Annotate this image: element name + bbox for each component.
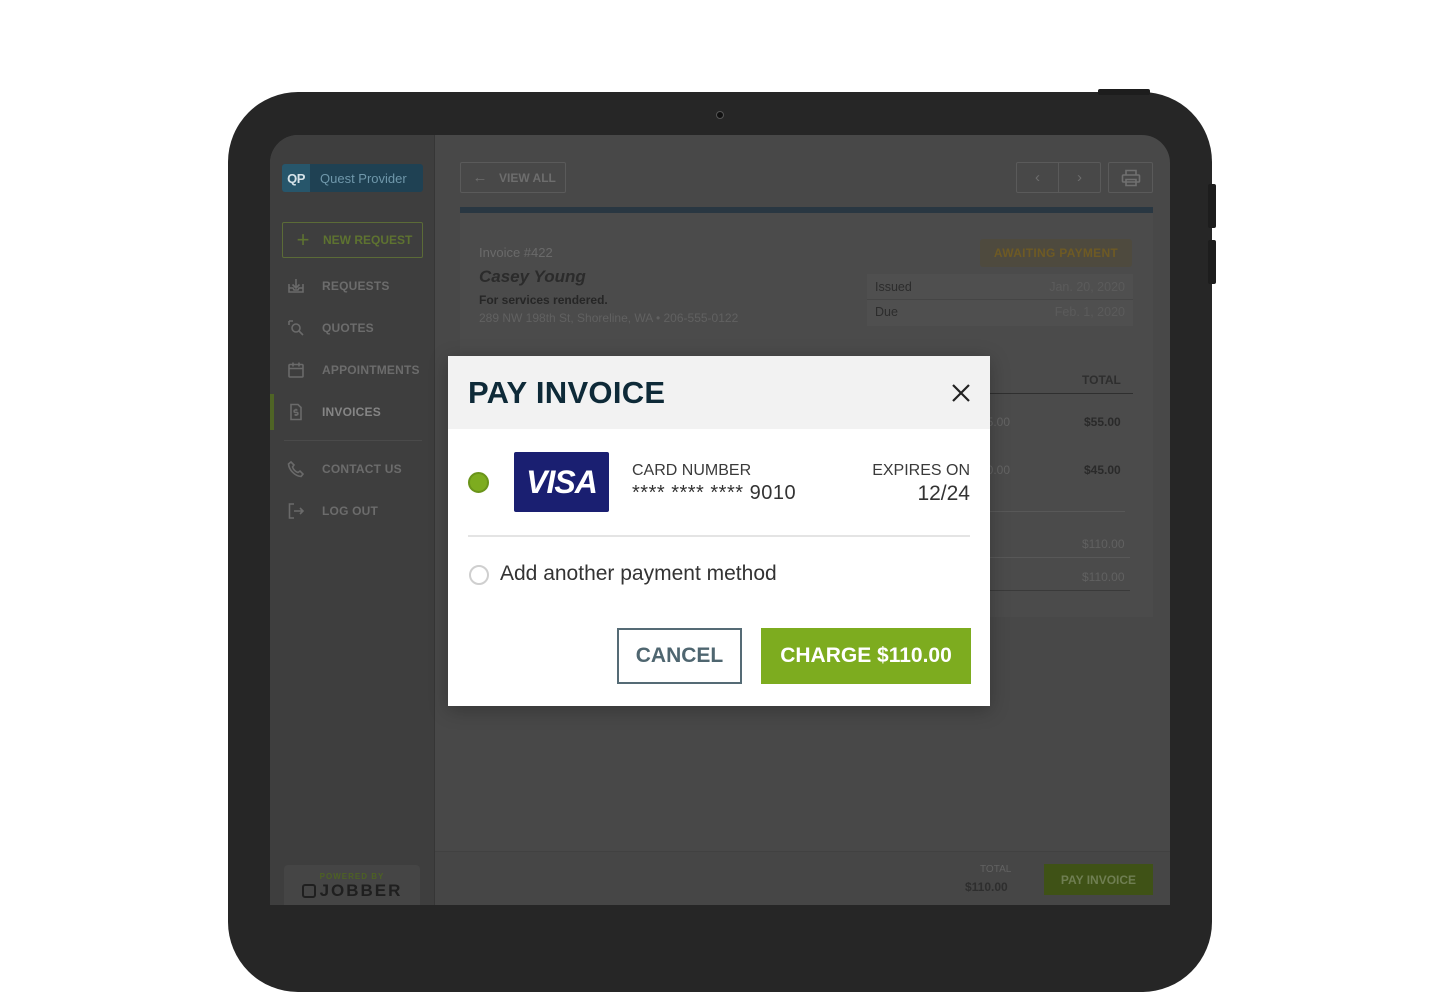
modal-header: PAY INVOICE (448, 356, 990, 429)
sidebar-item-label: INVOICES (322, 405, 381, 419)
invoice-description: For services rendered. (479, 293, 608, 307)
due-value: Feb. 1, 2020 (1054, 305, 1125, 319)
chevron-right-icon: › (1077, 169, 1082, 186)
footer-total-value: $110.00 (965, 880, 1008, 894)
jobber-wordmark: JOBBER (319, 881, 403, 900)
add-payment-method-radio[interactable] (469, 565, 489, 585)
saved-card-radio[interactable] (468, 472, 489, 493)
sidebar-item-label: APPOINTMENTS (322, 363, 420, 377)
modal-title: PAY INVOICE (468, 375, 666, 410)
inbox-download-icon (270, 277, 322, 295)
tablet-volume-up-button (1208, 184, 1216, 228)
view-all-label: VIEW ALL (499, 170, 556, 185)
sidebar-divider (284, 440, 422, 441)
next-button[interactable]: › (1059, 163, 1100, 192)
due-label: Due (875, 305, 898, 319)
visa-logo: VISA (514, 452, 609, 512)
tablet-volume-down-button (1208, 240, 1216, 284)
brand-logo[interactable]: QP Quest Provider (282, 164, 423, 192)
quote-search-icon (270, 319, 322, 337)
sidebar: QP Quest Provider + NEW REQUEST REQUESTS… (270, 135, 435, 905)
plus-icon: + (296, 227, 310, 252)
close-icon (952, 384, 970, 402)
total-header-divider (990, 393, 1133, 394)
line-item-total: $55.00 (1084, 415, 1121, 429)
new-request-label: NEW REQUEST (323, 233, 413, 247)
camera-icon (716, 111, 724, 119)
issued-row: Issued Jan. 20, 2020 (867, 274, 1133, 299)
calendar-icon (270, 361, 322, 379)
line-items-divider (990, 511, 1125, 512)
card-number-label: CARD NUMBER (632, 462, 752, 479)
card-number-value: **** **** **** 9010 (632, 482, 797, 504)
sidebar-item-label: CONTACT US (322, 462, 402, 476)
charge-button[interactable]: CHARGE $110.00 (761, 628, 971, 684)
sidebar-item-log-out[interactable]: LOG OUT (270, 491, 435, 531)
brand-name: Quest Provider (320, 170, 407, 186)
chevron-left-icon: ‹ (1035, 169, 1040, 186)
phone-icon (270, 460, 322, 478)
sidebar-item-quotes[interactable]: QUOTES (270, 308, 435, 348)
total-value: $110.00 (1082, 570, 1125, 584)
status-badge: AWAITING PAYMENT (980, 239, 1132, 267)
sidebar-item-appointments[interactable]: APPOINTMENTS (270, 350, 435, 390)
due-row: Due Feb. 1, 2020 (867, 299, 1133, 324)
card-brand: VISA (526, 463, 598, 500)
tablet-power-button (1098, 89, 1150, 95)
jobber-logo: JOBBER (284, 881, 420, 901)
jobber-icon (301, 884, 316, 898)
cancel-button[interactable]: CANCEL (617, 628, 742, 684)
arrow-left-icon: ← (472, 169, 488, 186)
pay-invoice-button[interactable]: PAY INVOICE (1044, 864, 1153, 895)
brand-mark: QP (282, 164, 310, 192)
subtotal-value: $110.00 (1082, 537, 1125, 551)
add-payment-method-label[interactable]: Add another payment method (500, 562, 777, 586)
invoice-client-name: Casey Young (479, 267, 586, 286)
sidebar-item-contact-us[interactable]: CONTACT US (270, 449, 435, 489)
view-all-button[interactable]: ← VIEW ALL (460, 162, 566, 193)
invoice-address: 289 NW 198th St, Shoreline, WA • 206-555… (479, 311, 739, 325)
powered-by-jobber[interactable]: POWERED BY JOBBER (284, 865, 420, 905)
previous-button[interactable]: ‹ (1017, 163, 1059, 192)
line-item-total: $45.00 (1084, 463, 1121, 477)
sidebar-item-label: QUOTES (322, 321, 374, 335)
sidebar-item-label: LOG OUT (322, 504, 379, 518)
subtotal-divider (990, 557, 1130, 558)
issued-label: Issued (875, 279, 912, 294)
sidebar-item-invoices[interactable]: INVOICES (270, 392, 435, 432)
invoice-dates: Issued Jan. 20, 2020 Due Feb. 1, 2020 (867, 274, 1133, 326)
logout-icon (270, 502, 322, 520)
expires-value: 12/24 (917, 482, 970, 505)
total-column-header: TOTAL (1082, 373, 1121, 387)
sidebar-item-label: REQUESTS (322, 279, 390, 293)
powered-by-label: POWERED BY (319, 872, 385, 881)
print-button[interactable] (1108, 162, 1153, 193)
invoice-number: Invoice #422 (479, 245, 553, 260)
footer-bar: TOTAL $110.00 PAY INVOICE (435, 851, 1170, 905)
pay-invoice-modal: PAY INVOICE VISA CARD NUMBER **** **** *… (448, 356, 990, 706)
total-divider (990, 590, 1130, 591)
pager: ‹ › (1016, 162, 1101, 193)
issued-value: Jan. 20, 2020 (1049, 279, 1125, 294)
sidebar-item-requests[interactable]: REQUESTS (270, 266, 435, 306)
footer-total-label: TOTAL (980, 864, 1012, 875)
invoice-dollar-icon (270, 403, 322, 421)
expires-label: EXPIRES ON (872, 462, 970, 479)
new-request-button[interactable]: + NEW REQUEST (282, 222, 423, 258)
printer-icon (1121, 169, 1140, 186)
close-button[interactable] (948, 380, 974, 406)
modal-divider (468, 535, 970, 537)
